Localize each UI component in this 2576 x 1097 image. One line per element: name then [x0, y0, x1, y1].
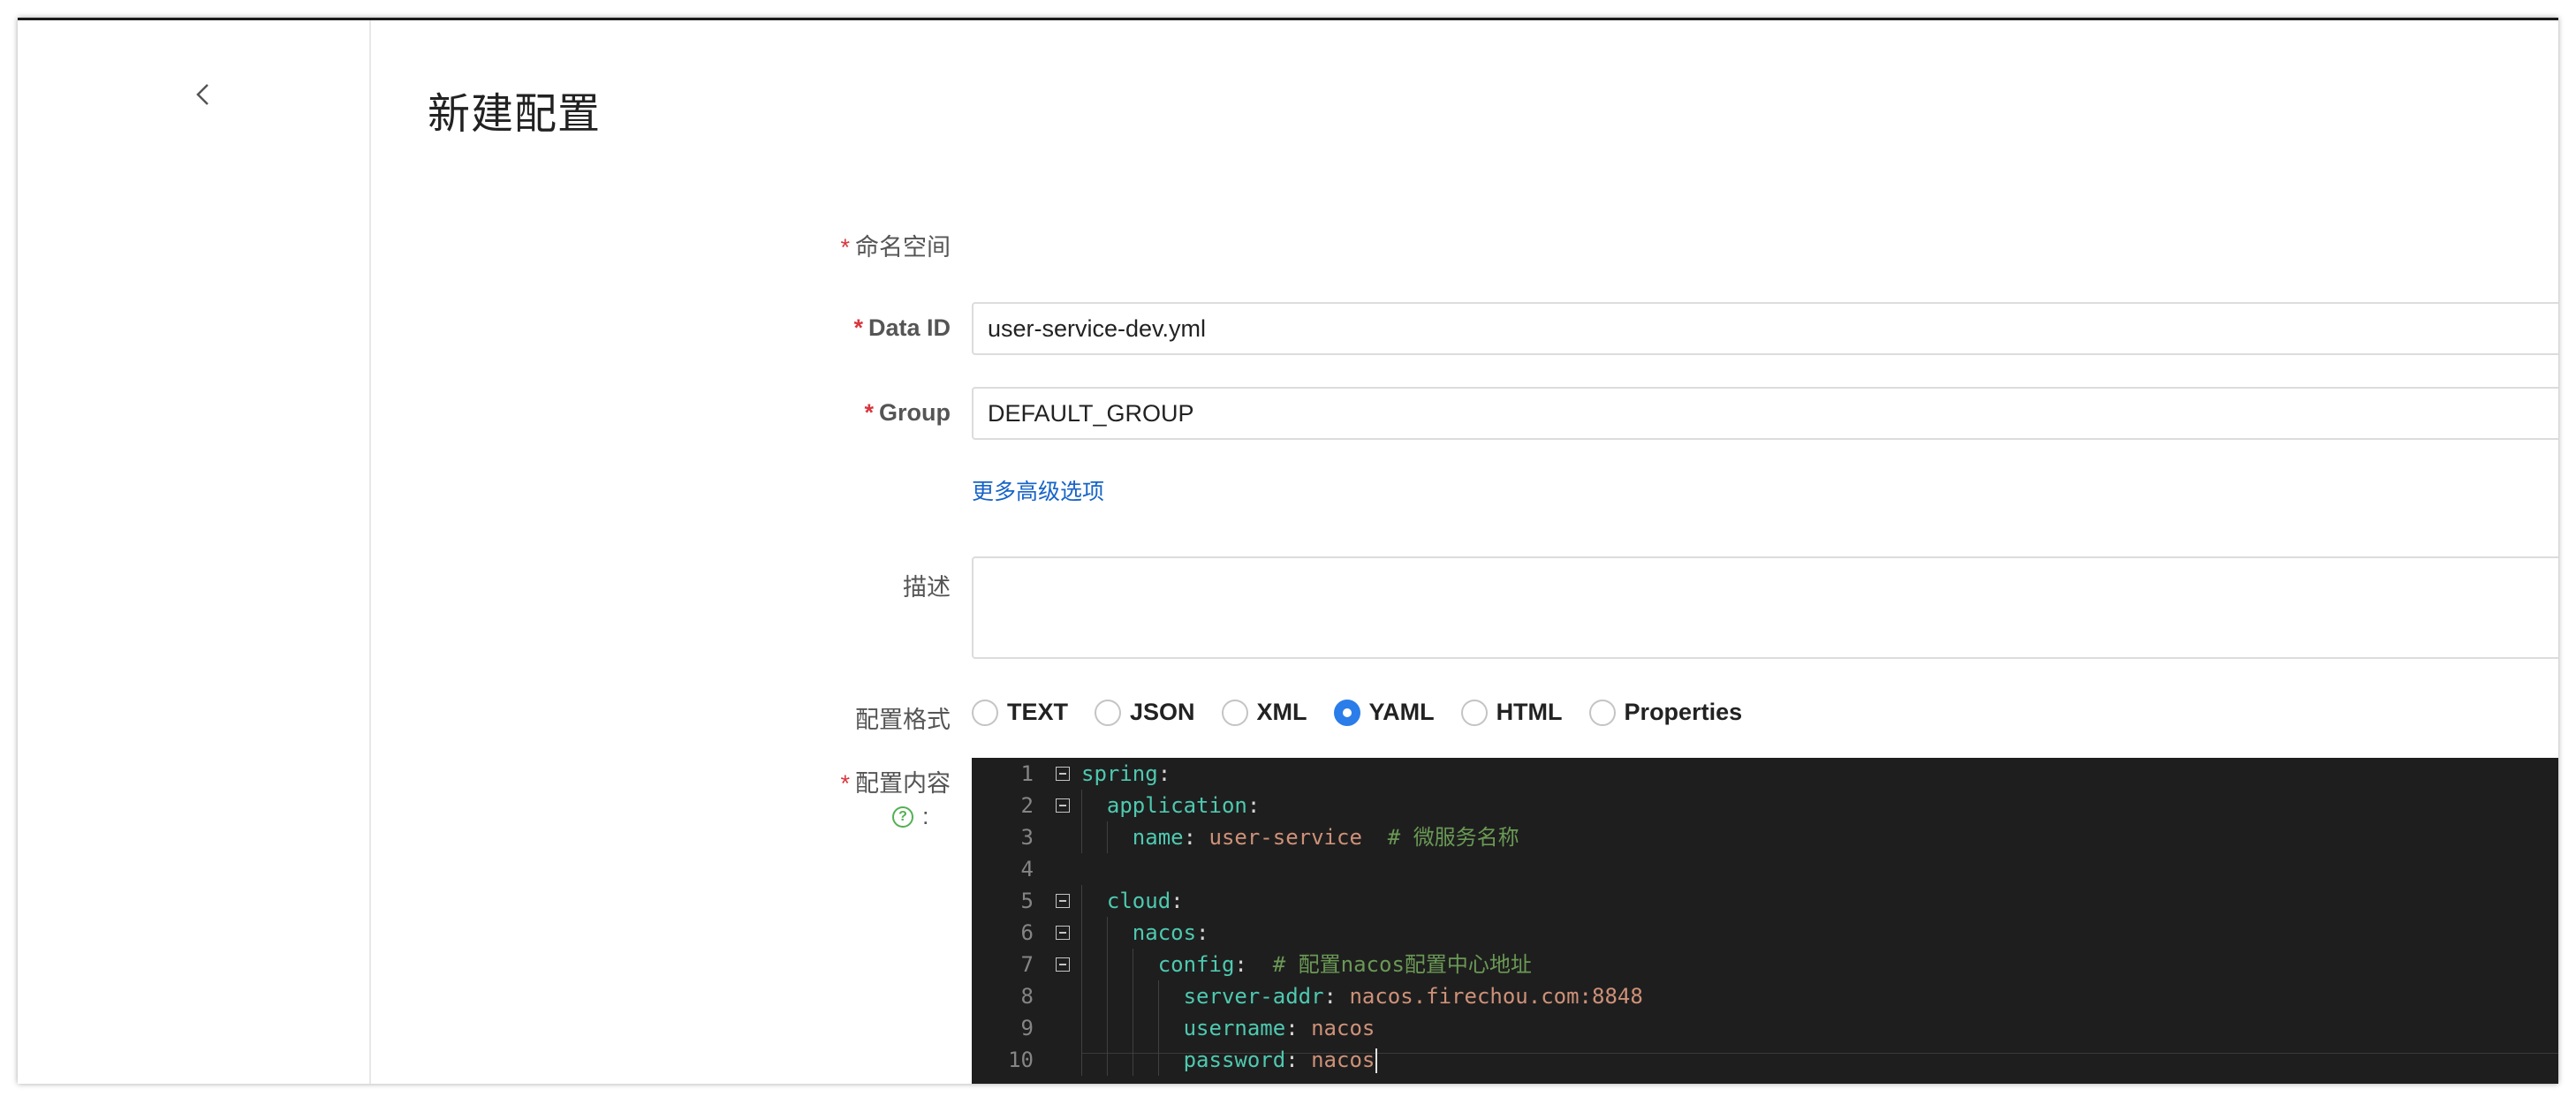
code-line[interactable]: 8 server-addr: nacos.firechou.com:8848 [972, 980, 2558, 1012]
description-label: 描述 [903, 574, 951, 601]
format-option-json[interactable]: JSON [1095, 699, 1195, 726]
line-number: 9 [1020, 1016, 1034, 1040]
fold-toggle-icon[interactable] [1056, 798, 1070, 813]
indent-guide [1081, 1044, 1082, 1076]
code-line[interactable]: 2 application: [972, 790, 2558, 821]
code-line[interactable]: 4 [972, 853, 2558, 885]
radio-icon [1588, 699, 1616, 726]
format-option-html[interactable]: HTML [1460, 699, 1563, 726]
group-input[interactable] [972, 387, 2558, 440]
indent-guide [1157, 1044, 1159, 1076]
indent-guide [1157, 980, 1159, 1012]
indent-guide [1106, 1012, 1108, 1044]
page-title: 新建配置 [428, 91, 602, 138]
code-text: username: nacos [1183, 1016, 1375, 1040]
text-cursor [1375, 1048, 1378, 1073]
code-text: config: # 配置nacos配置中心地址 [1157, 952, 1532, 977]
group-label: * Group [864, 399, 951, 426]
indent-guide [1081, 821, 1082, 853]
fold-toggle-icon[interactable] [1056, 957, 1070, 972]
code-line[interactable]: 9 username: nacos [972, 1012, 2558, 1044]
required-mark: * [864, 399, 874, 426]
required-mark: * [853, 314, 863, 341]
indent-guide [1106, 949, 1108, 980]
indent-guide [1081, 949, 1082, 980]
code-text: password: nacos [1081, 1044, 1378, 1076]
data-id-input[interactable] [972, 302, 2558, 355]
line-number: 6 [1020, 920, 1034, 945]
format-radio-group: TEXT JSON XML YAML HTML Properties [972, 699, 1769, 726]
sidebar [18, 20, 371, 1084]
line-number: 1 [1020, 761, 1034, 786]
indent-guide [1106, 821, 1108, 853]
line-number: 10 [1008, 1048, 1034, 1072]
code-text: name: user-service # 微服务名称 [1132, 825, 1519, 850]
content-label: * 配置内容 [840, 770, 951, 797]
code-line[interactable]: 7 config: # 配置nacos配置中心地址 [972, 949, 2558, 980]
help-circle-icon[interactable]: ? [892, 806, 913, 828]
indent-guide [1106, 980, 1108, 1012]
content-label-colon: : [922, 803, 929, 829]
code-line[interactable]: 10 password: nacos [972, 1044, 2558, 1076]
indent-guide [1081, 790, 1082, 821]
chevron-left-icon[interactable] [186, 77, 221, 112]
indent-guide [1157, 1012, 1159, 1044]
fold-toggle-icon[interactable] [1056, 767, 1070, 781]
required-mark: * [840, 770, 850, 797]
format-label: 配置格式 [855, 707, 951, 733]
format-option-text[interactable]: TEXT [972, 699, 1068, 726]
line-number: 7 [1020, 952, 1034, 977]
indent-guide [1106, 1044, 1108, 1076]
code-text: application: [1106, 793, 1261, 818]
radio-icon [1095, 699, 1122, 726]
code-line[interactable]: 6 nacos: [972, 917, 2558, 949]
code-editor[interactable]: 1 spring: 2 application: 3 name: user-servi… [972, 758, 2558, 1084]
code-line[interactable]: 1 spring: [972, 758, 2558, 790]
description-textarea[interactable] [972, 556, 2558, 659]
indent-guide [1081, 885, 1082, 917]
namespace-label: * 命名空间 [840, 234, 951, 261]
indent-guide [1106, 917, 1108, 949]
line-number: 2 [1020, 793, 1034, 818]
indent-guide [1081, 917, 1082, 949]
line-number: 5 [1020, 889, 1034, 913]
required-mark: * [840, 234, 850, 261]
format-option-properties[interactable]: Properties [1588, 699, 1742, 726]
advanced-options-link[interactable]: 更多高级选项 [972, 474, 1104, 506]
code-text: server-addr: nacos.firechou.com:8848 [1183, 984, 1643, 1009]
line-number: 4 [1020, 857, 1034, 881]
code-text: spring: [1081, 761, 1171, 786]
code-line[interactable]: 3 name: user-service # 微服务名称 [972, 821, 2558, 853]
format-option-xml[interactable]: XML [1221, 699, 1307, 726]
line-number: 3 [1020, 825, 1034, 850]
radio-icon [1221, 699, 1248, 726]
code-text: cloud: [1106, 889, 1184, 913]
format-option-yaml[interactable]: YAML [1333, 699, 1435, 726]
radio-checked-icon [1333, 699, 1360, 726]
radio-icon [972, 699, 998, 726]
indent-guide [1081, 1012, 1082, 1044]
app-window: 新建配置 *命名空间 *Data ID *Group 更多高级选项 描述 配置格… [18, 18, 2558, 1084]
data-id-label: * Data ID [853, 314, 951, 341]
fold-toggle-icon[interactable] [1056, 926, 1070, 940]
code-text: nacos: [1132, 920, 1209, 945]
radio-icon [1460, 699, 1488, 726]
code-line[interactable]: 5 cloud: [972, 885, 2558, 917]
main-panel: 新建配置 *命名空间 *Data ID *Group 更多高级选项 描述 配置格… [371, 20, 2558, 1084]
line-number: 8 [1020, 984, 1034, 1009]
fold-toggle-icon[interactable] [1056, 894, 1070, 908]
indent-guide [1081, 980, 1082, 1012]
